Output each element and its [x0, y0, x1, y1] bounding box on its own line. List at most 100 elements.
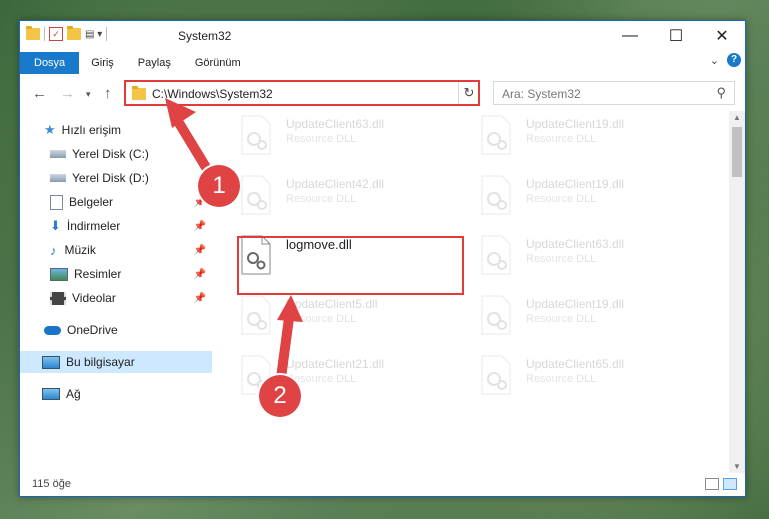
tab-share[interactable]: Paylaş [126, 52, 183, 74]
file-item[interactable]: UpdateClient63.dll Resource DLL [454, 231, 684, 285]
file-type: Resource DLL [526, 313, 597, 325]
sidebar-item-label: Ağ [66, 387, 81, 401]
file-type: Resource DLL [526, 133, 597, 145]
file-item[interactable]: UpdateClient19.dll Resource DLL [454, 111, 684, 165]
file-name: UpdateClient63.dll [286, 117, 385, 131]
search-placeholder: Ara: System32 [502, 87, 581, 101]
sidebar-item-label: Resimler [74, 267, 122, 281]
dll-file-icon [241, 175, 271, 215]
sidebar-item-pictures[interactable]: Resimler 📌 [50, 263, 212, 285]
file-name: UpdateClient65.dll [526, 357, 625, 371]
sidebar-item-quick-access[interactable]: ★ Hızlı erişim [44, 119, 212, 141]
ribbon-expand-icon[interactable]: ⌄ [710, 54, 719, 67]
new-folder-icon[interactable] [67, 26, 81, 40]
sidebar-item-disk-c[interactable]: Yerel Disk (C:) [50, 143, 212, 165]
file-name: UpdateClient19.dll [526, 117, 625, 131]
divider [44, 27, 45, 41]
file-item[interactable]: UpdateClient21.dll Resource DLL [214, 351, 444, 405]
file-type: Resource DLL [526, 373, 597, 385]
file-item[interactable]: UpdateClient19.dll Resource DLL [454, 291, 684, 345]
drive-icon [50, 174, 66, 182]
file-name: UpdateClient63.dll [526, 237, 625, 251]
sidebar-item-label: OneDrive [67, 323, 118, 337]
pin-icon[interactable]: 📌 [194, 269, 206, 280]
up-arrow-icon[interactable]: ↑ [104, 85, 112, 102]
minimize-button[interactable]: — [607, 21, 653, 51]
tab-file[interactable]: Dosya [20, 52, 80, 74]
back-arrow-icon[interactable]: ← [32, 85, 47, 102]
sidebar-item-this-pc[interactable]: Bu bilgisayar [20, 351, 212, 373]
folder-icon [26, 26, 40, 40]
address-highlight-box [124, 80, 480, 106]
tab-view[interactable]: Görünüm [183, 52, 253, 74]
file-name: UpdateClient42.dll [286, 177, 385, 191]
cloud-icon [44, 325, 61, 335]
sidebar-item-network[interactable]: Ağ [42, 383, 212, 405]
file-highlight-box [237, 236, 464, 295]
sidebar-item-onedrive[interactable]: OneDrive [44, 319, 212, 341]
sidebar-item-label: Yerel Disk (D:) [72, 171, 149, 185]
recent-locations-icon[interactable]: ▾ [86, 89, 91, 100]
search-input[interactable]: Ara: System32 ⚲ [493, 81, 735, 105]
computer-icon [42, 355, 60, 369]
pictures-icon [50, 267, 68, 281]
star-icon: ★ [44, 122, 56, 137]
dll-file-icon [241, 115, 271, 155]
help-icon[interactable]: ? [727, 53, 741, 67]
quick-access-toolbar: ✓ ▤ ▾ [26, 26, 108, 41]
scroll-down-icon[interactable]: ▼ [733, 462, 741, 471]
sidebar-item-label: Yerel Disk (C:) [72, 147, 149, 161]
properties-icon[interactable]: ✓ [49, 27, 63, 41]
scrollbar-thumb[interactable] [732, 127, 742, 177]
pin-icon[interactable]: 📌 [194, 245, 206, 256]
pin-icon[interactable]: 📌 [194, 221, 206, 232]
search-icon[interactable]: ⚲ [716, 85, 726, 101]
sidebar-item-downloads[interactable]: ⬇ İndirmeler 📌 [50, 215, 212, 237]
details-view-icon[interactable] [705, 478, 719, 490]
step-2-badge: 2 [259, 375, 301, 417]
pin-icon[interactable]: 📌 [194, 293, 206, 304]
scroll-up-icon[interactable]: ▲ [733, 113, 741, 122]
network-icon [42, 388, 60, 400]
download-icon: ⬇ [50, 218, 61, 233]
status-bar: 115 öğe [20, 474, 745, 496]
file-item[interactable]: UpdateClient5.dll Resource DLL [214, 291, 444, 345]
music-icon: ♪ [50, 242, 57, 258]
file-name: UpdateClient19.dll [526, 177, 625, 191]
file-type: Resource DLL [526, 193, 597, 205]
sidebar-item-label: Bu bilgisayar [66, 355, 135, 369]
dll-file-icon [481, 235, 511, 275]
forward-arrow-icon[interactable]: → [60, 85, 75, 102]
file-item[interactable]: UpdateClient42.dll Resource DLL [214, 171, 444, 225]
sidebar-item-disk-d[interactable]: Yerel Disk (D:) [50, 167, 212, 189]
file-name: UpdateClient19.dll [526, 297, 625, 311]
dll-file-icon [481, 295, 511, 335]
file-name: UpdateClient21.dll [286, 357, 385, 371]
vertical-scrollbar[interactable]: ▲ ▼ [729, 111, 745, 473]
file-item[interactable]: UpdateClient65.dll Resource DLL [454, 351, 684, 405]
dll-file-icon [481, 175, 511, 215]
file-item[interactable]: UpdateClient63.dll Resource DLL [214, 111, 444, 165]
drive-icon [50, 150, 66, 158]
close-button[interactable]: ✕ [699, 21, 745, 51]
customize-toolbar-icon[interactable]: ▤ ▾ [85, 29, 102, 40]
sidebar-item-label: Videolar [72, 291, 116, 305]
sidebar-item-music[interactable]: ♪ Müzik 📌 [50, 239, 212, 261]
sidebar-item-videos[interactable]: Videolar 📌 [50, 287, 212, 309]
file-item[interactable]: UpdateClient19.dll Resource DLL [454, 171, 684, 225]
sidebar-item-label: İndirmeler [66, 219, 121, 233]
sidebar-item-documents[interactable]: Belgeler 📌 [50, 191, 212, 213]
maximize-button[interactable]: ☐ [653, 21, 699, 51]
item-count: 115 öğe [32, 478, 71, 490]
file-type: Resource DLL [286, 133, 357, 145]
divider [106, 27, 108, 41]
file-name: UpdateClient5.dll [286, 297, 378, 311]
ribbon-tabs: Dosya Giriş Paylaş Görünüm [20, 52, 745, 74]
sidebar-item-label: Belgeler [69, 195, 114, 209]
navigation-pane: ★ Hızlı erişim Yerel Disk (C:) Yerel Dis… [20, 111, 213, 473]
large-icons-view-icon[interactable] [723, 478, 737, 490]
address-row: ← → ▾ ↑ C:\Windows\System32 ⌄ ↻ Ara: Sys… [20, 77, 745, 109]
tab-home[interactable]: Giriş [79, 52, 126, 74]
title-bar: ✓ ▤ ▾ System32 — ☐ ✕ [20, 21, 745, 51]
file-type: Resource DLL [286, 193, 357, 205]
